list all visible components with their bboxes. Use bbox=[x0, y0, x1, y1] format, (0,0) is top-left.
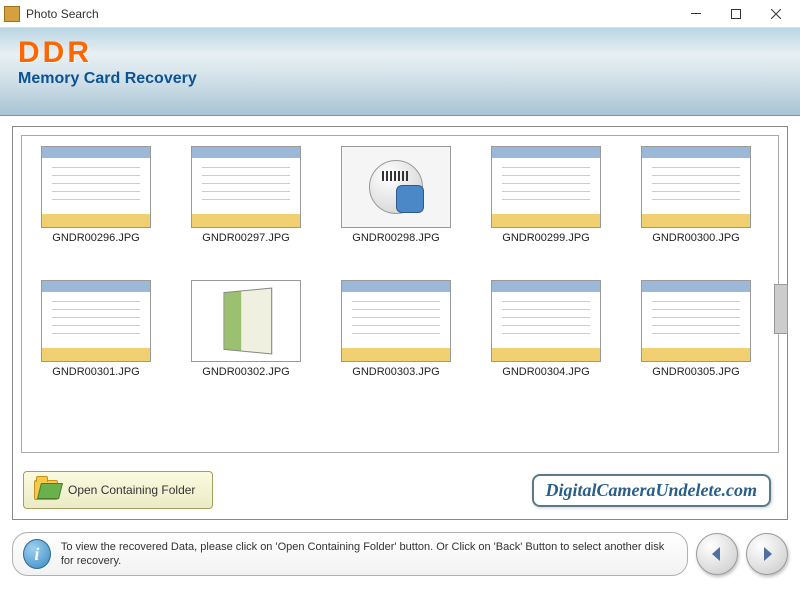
thumbnail-item[interactable]: GNDR00302.JPG bbox=[186, 280, 306, 378]
thumbnail-filename: GNDR00302.JPG bbox=[202, 366, 289, 378]
close-button[interactable] bbox=[756, 2, 796, 26]
thumbnail-filename: GNDR00298.JPG bbox=[352, 232, 439, 244]
content-frame: GNDR00296.JPG GNDR00297.JPG GNDR00298.JPG G… bbox=[12, 126, 788, 520]
thumbnail-image bbox=[341, 146, 451, 228]
thumbnail-item[interactable]: GNDR00296.JPG bbox=[36, 146, 156, 244]
thumbnail-image bbox=[491, 146, 601, 228]
open-folder-label: Open Containing Folder bbox=[68, 483, 195, 497]
thumbnail-item[interactable]: GNDR00299.JPG bbox=[486, 146, 606, 244]
thumbnail-filename: GNDR00304.JPG bbox=[502, 366, 589, 378]
thumbnail-image bbox=[191, 146, 301, 228]
window-title: Photo Search bbox=[26, 7, 676, 21]
open-containing-folder-button[interactable]: Open Containing Folder bbox=[23, 471, 213, 509]
thumbnail-item[interactable]: GNDR00297.JPG bbox=[186, 146, 306, 244]
thumbnail-image bbox=[641, 280, 751, 362]
thumbnail-grid: GNDR00296.JPG GNDR00297.JPG GNDR00298.JPG G… bbox=[36, 146, 764, 378]
thumbnail-item[interactable]: GNDR00305.JPG bbox=[636, 280, 756, 378]
thumbnail-image bbox=[191, 280, 301, 362]
brand-logo: DDR bbox=[18, 36, 782, 70]
titlebar: Photo Search bbox=[0, 0, 800, 28]
info-icon: i bbox=[23, 539, 51, 569]
thumbnail-filename: GNDR00305.JPG bbox=[652, 366, 739, 378]
thumbnail-item[interactable]: GNDR00301.JPG bbox=[36, 280, 156, 378]
thumbnail-area[interactable]: GNDR00296.JPG GNDR00297.JPG GNDR00298.JPG G… bbox=[21, 135, 779, 453]
minimize-button[interactable] bbox=[676, 2, 716, 26]
thumbnail-image bbox=[341, 280, 451, 362]
folder-open-icon bbox=[34, 480, 58, 500]
thumbnail-filename: GNDR00297.JPG bbox=[202, 232, 289, 244]
thumbnail-image bbox=[641, 146, 751, 228]
info-message-row: i To view the recovered Data, please cli… bbox=[12, 532, 688, 576]
thumbnail-item[interactable]: GNDR00298.JPG bbox=[336, 146, 456, 244]
next-button[interactable] bbox=[746, 533, 788, 575]
app-subtitle: Memory Card Recovery bbox=[18, 70, 782, 88]
thumbnail-filename: GNDR00303.JPG bbox=[352, 366, 439, 378]
header-banner: DDR Memory Card Recovery bbox=[0, 28, 800, 116]
maximize-button[interactable] bbox=[716, 2, 756, 26]
watermark-link[interactable]: DigitalCameraUndelete.com bbox=[532, 474, 771, 507]
thumbnail-item[interactable]: GNDR00300.JPG bbox=[636, 146, 756, 244]
app-icon bbox=[4, 6, 20, 22]
thumbnail-filename: GNDR00300.JPG bbox=[652, 232, 739, 244]
thumbnail-image bbox=[41, 280, 151, 362]
info-text: To view the recovered Data, please click… bbox=[61, 540, 677, 569]
thumbnail-image bbox=[41, 146, 151, 228]
thumbnail-filename: GNDR00301.JPG bbox=[52, 366, 139, 378]
thumbnail-filename: GNDR00296.JPG bbox=[52, 232, 139, 244]
scrollbar-thumb[interactable] bbox=[774, 284, 788, 334]
footer-bar: i To view the recovered Data, please cli… bbox=[0, 526, 800, 584]
thumbnail-image bbox=[491, 280, 601, 362]
thumbnail-item[interactable]: GNDR00304.JPG bbox=[486, 280, 606, 378]
thumbnail-filename: GNDR00299.JPG bbox=[502, 232, 589, 244]
thumbnail-item[interactable]: GNDR00303.JPG bbox=[336, 280, 456, 378]
back-button[interactable] bbox=[696, 533, 738, 575]
